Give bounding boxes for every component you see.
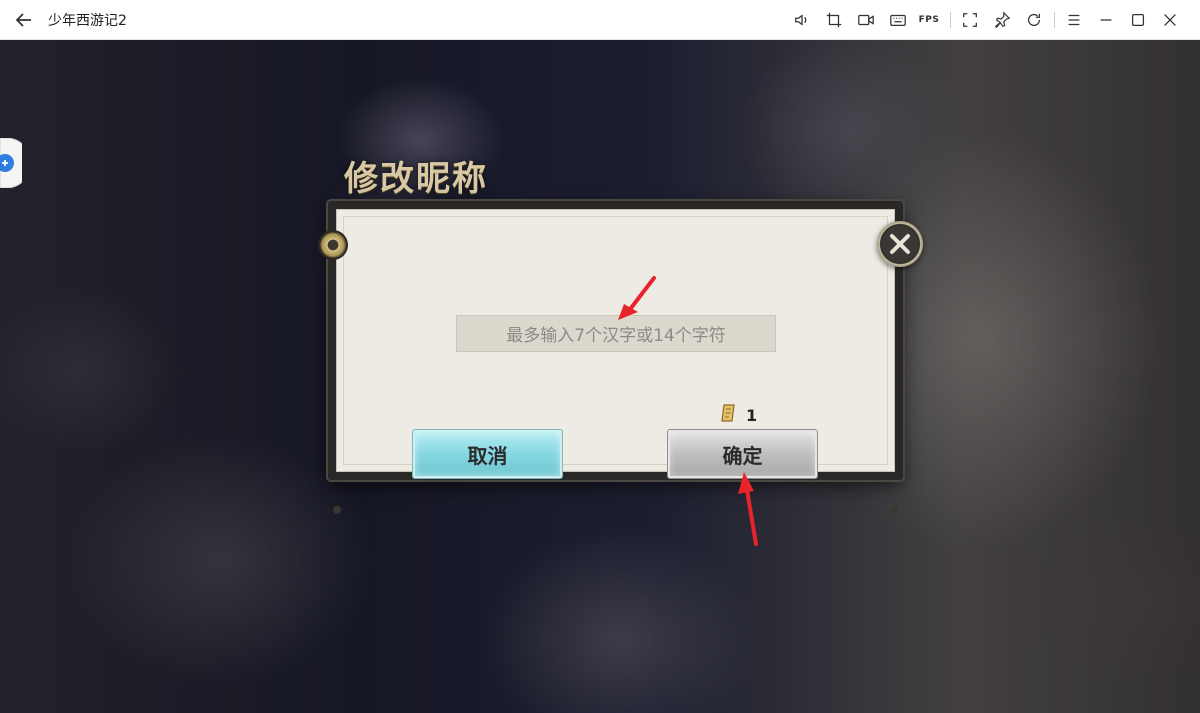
cancel-button[interactable]: 取消 bbox=[413, 430, 562, 478]
window-title: 少年西游记2 bbox=[48, 13, 127, 29]
pin-icon[interactable] bbox=[992, 10, 1012, 30]
video-record-icon[interactable] bbox=[856, 10, 876, 30]
keyboard-icon[interactable] bbox=[888, 10, 908, 30]
floating-assistant-icon[interactable] bbox=[0, 137, 32, 189]
back-arrow-icon[interactable] bbox=[12, 8, 36, 32]
crop-icon[interactable] bbox=[824, 10, 844, 30]
rename-card-icon bbox=[718, 402, 740, 428]
corner-rivet-icon bbox=[333, 506, 341, 514]
corner-rivet-icon bbox=[890, 506, 898, 514]
corner-ornament-icon bbox=[320, 232, 346, 258]
fps-label: FPS bbox=[918, 15, 940, 25]
close-icon[interactable] bbox=[1160, 10, 1180, 30]
volume-icon[interactable] bbox=[792, 10, 812, 30]
window-titlebar: 少年西游记2 FPS bbox=[0, 0, 1200, 40]
menu-icon[interactable] bbox=[1064, 10, 1084, 30]
annotation-arrow-icon bbox=[618, 276, 656, 320]
fps-icon[interactable]: FPS bbox=[919, 10, 939, 30]
rename-cost: 1 bbox=[718, 402, 757, 428]
dialog-close-button[interactable] bbox=[877, 221, 923, 267]
dialog-title: 修改昵称 bbox=[344, 159, 488, 199]
close-x-icon bbox=[890, 234, 910, 254]
maximize-icon[interactable] bbox=[1128, 10, 1148, 30]
minimize-icon[interactable] bbox=[1096, 10, 1116, 30]
toolbar-divider bbox=[950, 12, 951, 28]
cost-value: 1 bbox=[746, 405, 758, 425]
annotation-arrow-icon bbox=[738, 472, 758, 546]
fullscreen-icon[interactable] bbox=[960, 10, 980, 30]
rotate-icon[interactable] bbox=[1024, 10, 1044, 30]
toolbar-divider bbox=[1054, 12, 1055, 28]
